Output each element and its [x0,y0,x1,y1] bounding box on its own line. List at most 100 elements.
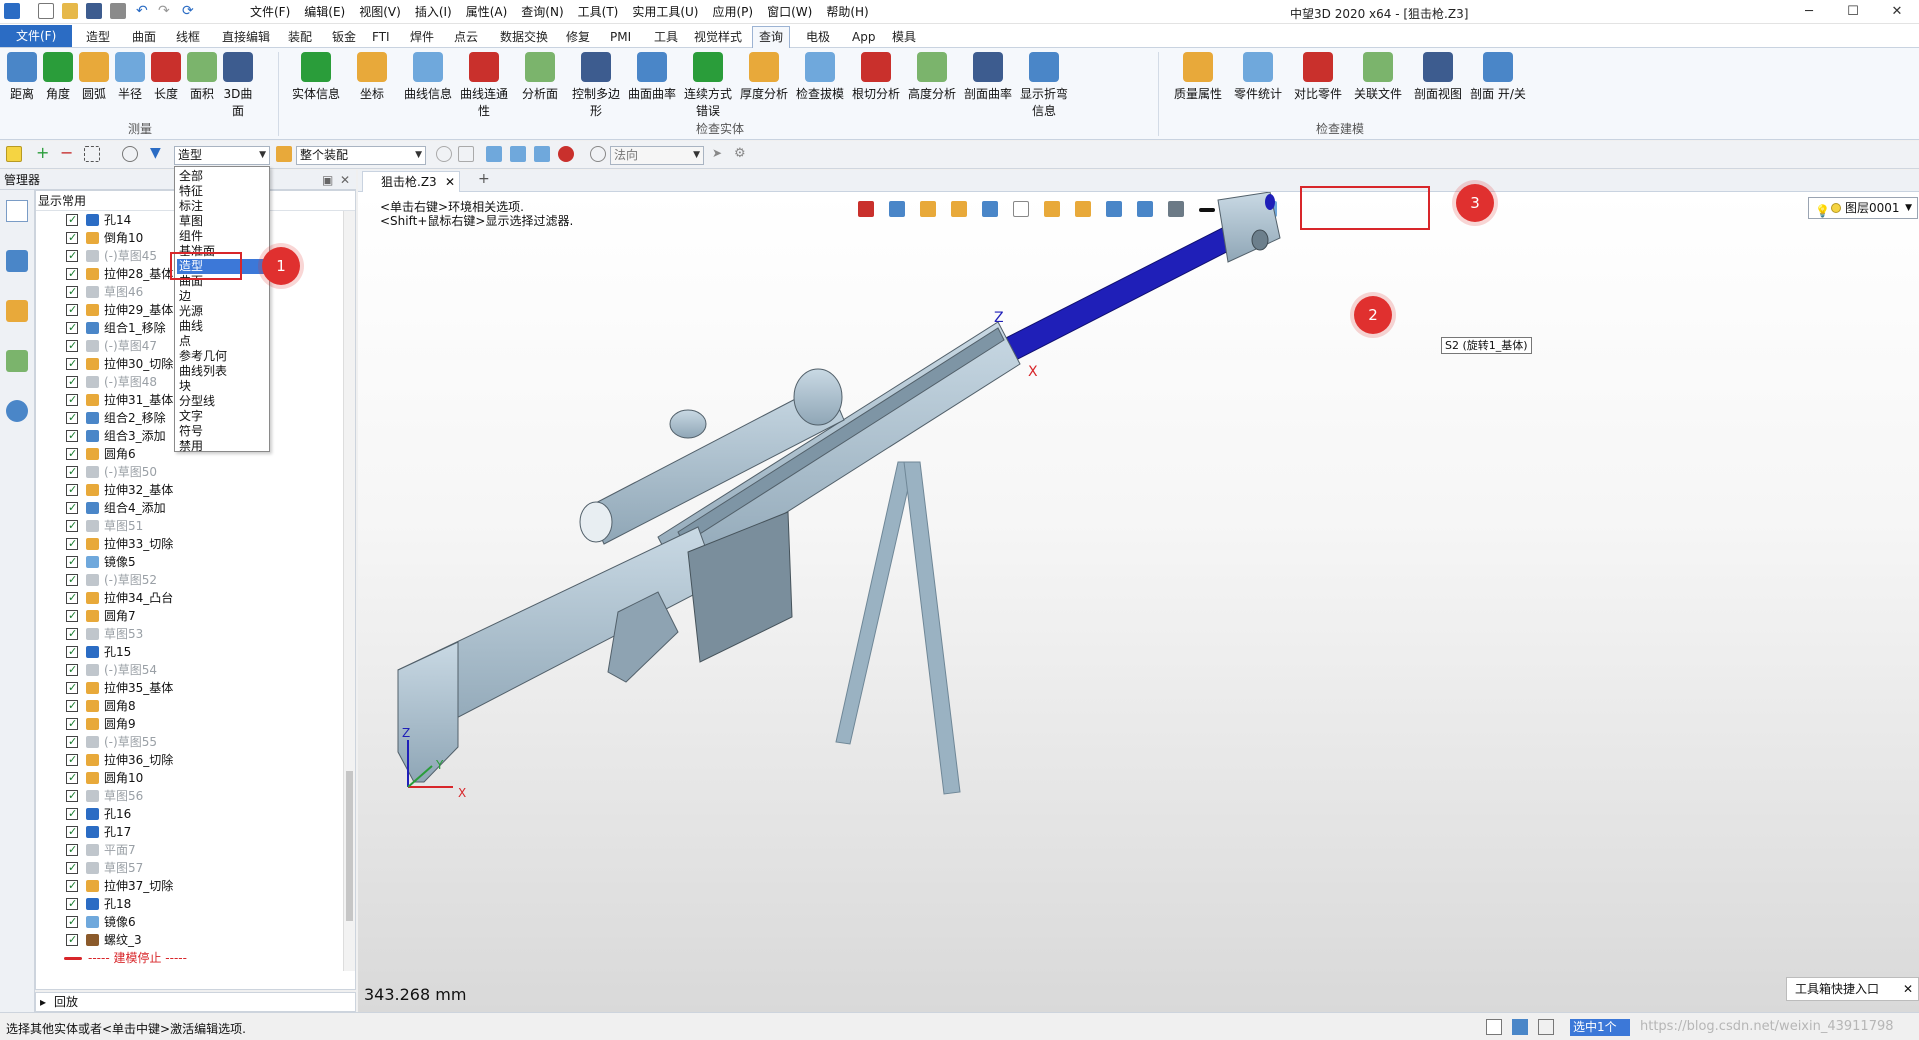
tree-row[interactable]: 拉伸32_基体 [36,481,336,499]
menu-10[interactable]: 帮助(H) [826,3,868,20]
ribbon-button-1-6[interactable]: 曲面曲率 [624,50,680,102]
assembly-icon[interactable] [276,146,292,162]
tree-row[interactable]: (-)草图50 [36,463,336,481]
tree-row[interactable]: ----- 建模停止 ----- [36,949,336,967]
close-button[interactable]: ✕ [1875,0,1919,24]
tree-checkbox[interactable] [66,877,78,895]
tree-checkbox[interactable] [66,319,78,337]
ribbon-button-0-3[interactable]: 半径 [112,50,148,102]
box-select-icon[interactable] [84,146,100,162]
ribbon-button-2-5[interactable]: 剖面 开/关 [1468,50,1528,102]
tree-checkbox[interactable] [66,481,78,499]
filter-option[interactable]: 边 [177,289,267,304]
ribbon-button-0-4[interactable]: 长度 [148,50,184,102]
ribbon-tab-5[interactable]: 装配 [282,27,318,47]
menu-8[interactable]: 应用(P) [713,3,754,20]
tree-row[interactable]: 圆角9 [36,715,336,733]
ribbon-tab-3[interactable]: 线框 [170,27,206,47]
status-icon-2[interactable] [1512,1019,1528,1035]
sniper-rifle-model[interactable] [358,192,1919,1012]
tree-checkbox[interactable] [66,931,78,949]
close-tab-icon[interactable]: ✕ [445,172,455,192]
ribbon-tab-18[interactable]: 模具 [886,27,922,47]
save-icon[interactable] [86,3,102,19]
tree-checkbox[interactable] [66,553,78,571]
direction-combo[interactable]: 法向 ▼ [610,146,704,165]
tree-checkbox[interactable] [66,463,78,481]
pick-icon[interactable] [458,146,474,162]
tree-checkbox[interactable] [66,895,78,913]
tree-row[interactable]: 孔15 [36,643,336,661]
ribbon-tab-8[interactable]: 焊件 [404,27,440,47]
refresh-icon[interactable]: ⟳ [182,3,198,19]
tree-checkbox[interactable] [66,535,78,553]
tree-checkbox[interactable] [66,265,78,283]
menu-0[interactable]: 文件(F) [250,3,290,20]
tree-checkbox[interactable] [66,427,78,445]
ribbon-button-0-0[interactable]: 距离 [4,50,40,102]
status-icon-1[interactable] [1486,1019,1502,1035]
ribbon-tab-12[interactable]: PMI [604,27,637,47]
menu-4[interactable]: 属性(A) [466,3,508,20]
tree-row[interactable]: (-)草图55 [36,733,336,751]
toolbox-shortcut[interactable]: 工具箱快捷入口 ✕ [1786,977,1919,1001]
tree-checkbox[interactable] [66,661,78,679]
align-left-icon[interactable] [486,146,502,162]
filter-option[interactable]: 禁用 [177,439,267,454]
ribbon-button-1-8[interactable]: 厚度分析 [736,50,792,102]
filter-dropdown-list[interactable]: 全部 特征 标注 草图 组件 基准面 造型 曲面边光源 曲线点参考几何 曲线列表块分型线 文字 符号禁… [174,166,270,454]
tree-row[interactable]: 拉伸37_切除 [36,877,336,895]
select-arrow-icon[interactable] [6,146,22,162]
tree-row[interactable]: 孔18 [36,895,336,913]
menu-1[interactable]: 编辑(E) [304,3,345,20]
filter-option[interactable]: 点 [177,334,267,349]
ribbon-button-2-3[interactable]: 关联文件 [1348,50,1408,102]
align-right-icon[interactable] [534,146,550,162]
tree-checkbox[interactable] [66,337,78,355]
ribbon-button-0-6[interactable]: 3D曲面 [220,50,256,119]
cursor-icon[interactable]: ➤ [712,146,728,162]
ribbon-button-1-10[interactable]: 根切分析 [848,50,904,102]
filter-option[interactable]: 曲线列表 [177,364,267,379]
tree-checkbox[interactable] [66,499,78,517]
maximize-button[interactable]: ☐ [1831,0,1875,24]
3d-viewport[interactable]: <单击右键>环境相关选项. <Shift+鼠标右键>显示选择过滤器. 💡 图层0… [358,192,1919,1012]
filter-option[interactable]: 草图 [177,214,267,229]
ribbon-tab-6[interactable]: 钣金 [326,27,362,47]
close-panel-icon[interactable]: ✕ [340,170,350,190]
ribbon-tab-10[interactable]: 数据交换 [494,27,554,47]
assembly-tab-icon[interactable] [6,250,28,272]
ribbon-tab-7[interactable]: FTI [366,27,396,47]
ribbon-button-2-1[interactable]: 零件统计 [1228,50,1288,102]
tree-checkbox[interactable] [66,283,78,301]
tree-row[interactable]: 草图51 [36,517,336,535]
ribbon-button-1-2[interactable]: 曲线信息 [400,50,456,102]
ribbon-tab-13[interactable]: 工具 [648,27,684,47]
print-icon[interactable] [110,3,126,19]
tree-checkbox[interactable] [66,913,78,931]
filter-combo[interactable]: 造型 ▼ [174,146,270,165]
open-folder-icon[interactable] [62,3,78,19]
menu-7[interactable]: 实用工具(U) [632,3,698,20]
filter-option[interactable]: 标注 [177,199,267,214]
tree-row[interactable]: 拉伸34_凸台 [36,589,336,607]
menu-6[interactable]: 工具(T) [578,3,619,20]
minimize-button[interactable]: ─ [1787,0,1831,24]
parts-tab-icon[interactable] [6,300,28,322]
filter-option[interactable]: 块 [177,379,267,394]
ribbon-button-2-2[interactable]: 对比零件 [1288,50,1348,102]
tree-row[interactable]: (-)草图52 [36,571,336,589]
ribbon-button-1-1[interactable]: 坐标 [344,50,400,102]
ribbon-button-1-3[interactable]: 曲线连通性 [456,50,512,119]
ribbon-tab-4[interactable]: 直接编辑 [216,27,276,47]
tree-row[interactable]: 拉伸36_切除 [36,751,336,769]
ribbon-button-1-12[interactable]: 剖面曲率 [960,50,1016,102]
tree-checkbox[interactable] [66,715,78,733]
view-tab-icon[interactable] [6,350,28,372]
menu-3[interactable]: 插入(I) [415,3,452,20]
tree-checkbox[interactable] [66,247,78,265]
pin-panel-icon[interactable]: ▣ [322,170,333,190]
bipod-leg-left[interactable] [835,461,915,745]
ribbon-button-1-9[interactable]: 检查拔模 [792,50,848,102]
filter-option[interactable]: 符号 [177,424,267,439]
